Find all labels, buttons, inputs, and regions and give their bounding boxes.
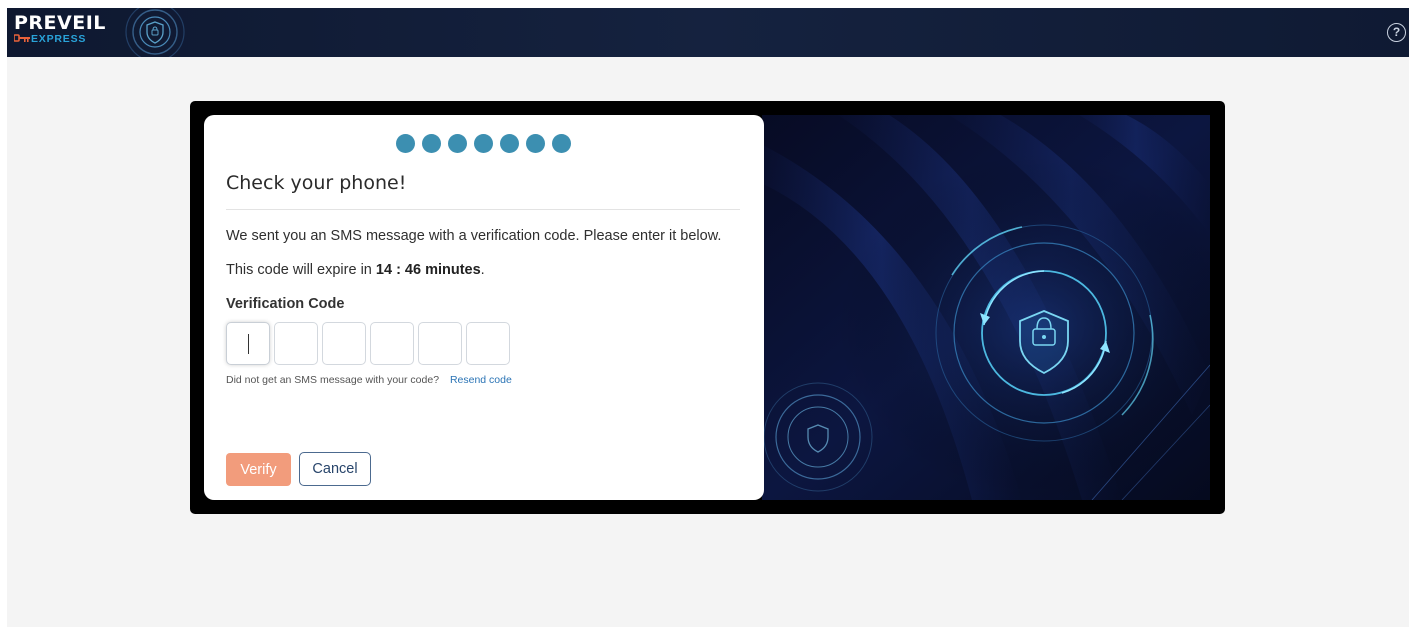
code-digit-3[interactable]: [322, 322, 366, 365]
step-dot: [396, 134, 415, 153]
hero-illustration: [762, 115, 1210, 500]
resend-row: Did not get an SMS message with your cod…: [226, 374, 512, 386]
step-dot: [448, 134, 467, 153]
code-digit-6[interactable]: [466, 322, 510, 365]
logo-subtitle: EXPRESS: [31, 33, 87, 45]
shield-lock-icon: [125, 8, 185, 57]
resend-prompt: Did not get an SMS message with your cod…: [226, 374, 440, 386]
cancel-button[interactable]: Cancel: [299, 452, 371, 486]
resend-code-link[interactable]: Resend code: [450, 374, 512, 386]
app-logo: PREVEIL EXPRESS: [14, 13, 106, 45]
expiry-suffix: .: [480, 262, 485, 278]
text-caret: [248, 334, 250, 354]
step-dot: [474, 134, 493, 153]
code-digit-5[interactable]: [418, 322, 462, 365]
step-dot: [500, 134, 519, 153]
verification-card: Check your phone! We sent you an SMS mes…: [204, 115, 764, 500]
key-icon: [14, 34, 30, 42]
step-dot: [422, 134, 441, 153]
page-background: PREVEIL EXPRESS ? Check your phone! We s…: [7, 8, 1409, 627]
sms-sent-message: We sent you an SMS message with a verifi…: [226, 228, 722, 244]
expiry-prefix: This code will expire in: [226, 262, 372, 278]
verification-code-input: [226, 322, 510, 365]
code-digit-1[interactable]: [226, 322, 270, 365]
title-divider: [226, 209, 740, 210]
code-digit-4[interactable]: [370, 322, 414, 365]
security-illustration: [762, 115, 1210, 500]
verify-button[interactable]: Verify: [226, 453, 291, 486]
top-bar: PREVEIL EXPRESS ?: [7, 8, 1409, 57]
code-expiry-text: This code will expire in 14 : 46 minutes…: [226, 262, 485, 278]
code-digit-2[interactable]: [274, 322, 318, 365]
step-dot: [552, 134, 571, 153]
signup-frame: Check your phone! We sent you an SMS mes…: [190, 101, 1225, 514]
help-button[interactable]: ?: [1387, 23, 1406, 42]
verification-code-label: Verification Code: [226, 296, 345, 312]
expiry-countdown: 14 : 46 minutes: [375, 262, 481, 278]
step-dot: [526, 134, 545, 153]
logo-wordmark: PREVEIL: [14, 12, 106, 34]
step-indicator: [396, 134, 571, 153]
page-title: Check your phone!: [226, 172, 407, 194]
